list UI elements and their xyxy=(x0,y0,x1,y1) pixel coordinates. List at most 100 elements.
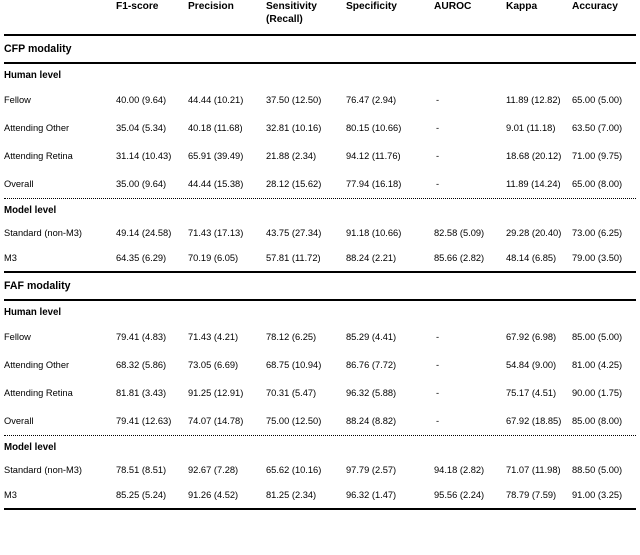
cell-kappa: 29.28 (20.40) xyxy=(506,228,562,238)
table-row: M3 85.25 (5.24) 91.26 (4.52) 81.25 (2.34) 96… xyxy=(4,483,636,508)
cell-f1: 35.00 (9.64) xyxy=(116,178,167,189)
column-header-row: F1-score Precision Sensitivity (Recall) … xyxy=(4,0,636,34)
column-header-precision: Precision xyxy=(188,0,266,34)
column-header-f1-score: F1-score xyxy=(116,0,188,34)
column-header-accuracy: Accuracy xyxy=(572,0,636,34)
cell-auroc: - xyxy=(436,415,440,426)
group-header-row: Human level xyxy=(4,301,636,323)
cell-f1: 64.35 (6.29) xyxy=(116,253,167,263)
table-row: Standard (non-M3) 78.51 (8.51) 92.67 (7.28… xyxy=(4,458,636,483)
column-header-label xyxy=(4,0,116,34)
column-header-specificity: Specificity xyxy=(346,0,434,34)
table-row: Attending Retina 81.81 (3.43) 91.25 (12.91… xyxy=(4,379,636,407)
cell-kappa: 78.79 (7.59) xyxy=(506,490,557,500)
cell-spec: 96.32 (5.88) xyxy=(346,387,397,398)
cell-acc: 63.50 (7.00) xyxy=(572,122,623,133)
cell-f1: 85.25 (5.24) xyxy=(116,490,167,500)
cell-kappa: 71.07 (11.98) xyxy=(506,465,561,475)
cell-spec: 88.24 (8.82) xyxy=(346,415,397,426)
cell-prec: 70.19 (6.05) xyxy=(188,253,239,263)
row-label: Fellow xyxy=(4,331,31,342)
group-title: Model level xyxy=(4,441,57,453)
row-label: Attending Retina xyxy=(4,150,73,161)
cell-f1: 35.04 (5.34) xyxy=(116,122,167,133)
group-header-row: Human level xyxy=(4,64,636,86)
cell-auroc: 94.18 (2.82) xyxy=(434,465,485,475)
row-label: Overall xyxy=(4,415,34,426)
cell-prec: 73.05 (6.69) xyxy=(188,359,239,370)
column-header-sensitivity-text: Sensitivity xyxy=(266,1,317,12)
cell-acc: 85.00 (8.00) xyxy=(572,415,623,426)
table-row: Attending Other 35.04 (5.34) 40.18 (11.68)… xyxy=(4,114,636,142)
cell-sens: 57.81 (11.72) xyxy=(266,253,321,263)
column-header-sensitivity: Sensitivity (Recall) xyxy=(266,0,346,34)
cell-spec: 88.24 (2.21) xyxy=(346,253,397,263)
cell-spec: 94.12 (11.76) xyxy=(346,150,401,161)
table-bottom-rule xyxy=(4,508,636,510)
table-header: F1-score Precision Sensitivity (Recall) … xyxy=(4,0,636,34)
cell-acc: 90.00 (1.75) xyxy=(572,387,623,398)
section-header-row: FAF modality xyxy=(4,273,636,299)
section-header-row: CFP modality xyxy=(4,36,636,62)
row-label: Fellow xyxy=(4,94,31,105)
cell-kappa: 18.68 (20.12) xyxy=(506,150,562,161)
group-title: Human level xyxy=(4,69,62,81)
cell-kappa: 11.89 (14.24) xyxy=(506,178,561,189)
cell-f1: 49.14 (24.58) xyxy=(116,228,172,238)
cell-spec: 85.29 (4.41) xyxy=(346,331,397,342)
column-header-accuracy-text: Accuracy xyxy=(572,1,618,12)
group-header-row: Model level xyxy=(4,436,636,458)
group-header-row: Model level xyxy=(4,199,636,221)
table-bottom-rule-line xyxy=(4,508,636,510)
table-row: Attending Other 68.32 (5.86) 73.05 (6.69) 6… xyxy=(4,351,636,379)
cell-auroc: 85.66 (2.82) xyxy=(434,253,485,263)
row-label: Standard (non-M3) xyxy=(4,228,83,238)
cell-spec: 91.18 (10.66) xyxy=(346,228,402,238)
cell-f1: 68.32 (5.86) xyxy=(116,359,167,370)
cell-prec: 92.67 (7.28) xyxy=(188,465,239,475)
cell-f1: 81.81 (3.43) xyxy=(116,387,167,398)
cell-kappa: 11.89 (12.82) xyxy=(506,94,561,105)
table-row: Overall 79.41 (12.63) 74.07 (14.78) 75.00 (… xyxy=(4,407,636,435)
table-body: CFP modality Human level Fellow 40.00 (9.64… xyxy=(4,34,636,510)
table-row: Standard (non-M3) 49.14 (24.58) 71.43 (17.… xyxy=(4,221,636,246)
cell-sens: 65.62 (10.16) xyxy=(266,465,322,475)
cell-kappa: 75.17 (4.51) xyxy=(506,387,557,398)
cell-auroc: - xyxy=(436,331,440,342)
cell-sens: 37.50 (12.50) xyxy=(266,94,322,105)
table-bottom-rule-cell xyxy=(4,508,636,510)
cell-acc: 79.00 (3.50) xyxy=(572,253,623,263)
cell-auroc: - xyxy=(436,150,440,161)
column-header-auroc: AUROC xyxy=(434,0,506,34)
cell-spec: 80.15 (10.66) xyxy=(346,122,402,133)
cell-acc: 88.50 (5.00) xyxy=(572,465,623,475)
cell-acc: 85.00 (5.00) xyxy=(572,331,623,342)
cell-prec: 65.91 (39.49) xyxy=(188,150,244,161)
performance-metrics-table: F1-score Precision Sensitivity (Recall) … xyxy=(4,0,636,510)
row-label: M3 xyxy=(4,253,17,263)
cell-kappa: 54.84 (9.00) xyxy=(506,359,557,370)
cell-f1: 79.41 (4.83) xyxy=(116,331,167,342)
cell-spec: 77.94 (16.18) xyxy=(346,178,402,189)
cell-f1: 31.14 (10.43) xyxy=(116,150,172,161)
cell-acc: 71.00 (9.75) xyxy=(572,150,623,161)
row-label: Standard (non-M3) xyxy=(4,465,83,475)
cell-sens: 68.75 (10.94) xyxy=(266,359,322,370)
cell-spec: 97.79 (2.57) xyxy=(346,465,397,475)
cell-sens: 43.75 (27.34) xyxy=(266,228,322,238)
row-label: Attending Other xyxy=(4,122,70,133)
cell-sens: 78.12 (6.25) xyxy=(266,331,317,342)
cell-auroc: - xyxy=(436,94,440,105)
results-table-container: F1-score Precision Sensitivity (Recall) … xyxy=(0,0,640,555)
cell-auroc: 82.58 (5.09) xyxy=(434,228,485,238)
section-title: CFP modality xyxy=(4,42,72,55)
cell-spec: 96.32 (1.47) xyxy=(346,490,397,500)
column-header-f1-score-text: F1-score xyxy=(116,1,159,12)
cell-auroc: - xyxy=(436,359,440,370)
table-row: Overall 35.00 (9.64) 44.44 (15.38) 28.12 (1… xyxy=(4,170,636,198)
table-row: M3 64.35 (6.29) 70.19 (6.05) 57.81 (11.72) 8… xyxy=(4,246,636,271)
section-title: FAF modality xyxy=(4,279,71,292)
cell-sens: 21.88 (2.34) xyxy=(266,150,317,161)
row-label: Attending Other xyxy=(4,359,70,370)
column-header-auroc-text: AUROC xyxy=(434,1,472,12)
